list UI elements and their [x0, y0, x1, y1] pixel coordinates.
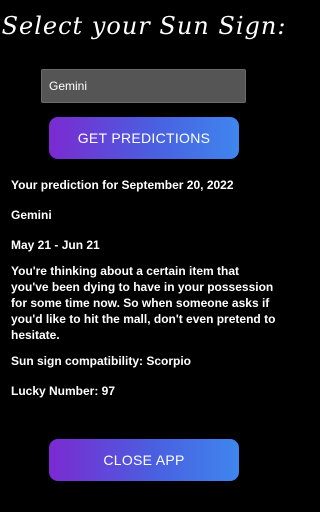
prediction-heading: Your prediction for September 20, 2022: [11, 178, 234, 192]
sign-date-range: May 21 - Jun 21: [11, 238, 100, 252]
sign-name: Gemini: [11, 208, 52, 222]
get-predictions-button[interactable]: GET PREDICTIONS: [49, 117, 239, 159]
sun-sign-input[interactable]: Gemini: [41, 69, 246, 103]
compatibility-text: Sun sign compatibility: Scorpio: [11, 354, 192, 368]
close-app-button[interactable]: CLOSE APP: [49, 439, 239, 481]
page-title: Select your Sun Sign:: [1, 12, 287, 40]
lucky-number-text: Lucky Number: 97: [11, 384, 116, 398]
prediction-text: You're thinking about a certain item tha…: [11, 264, 276, 342]
